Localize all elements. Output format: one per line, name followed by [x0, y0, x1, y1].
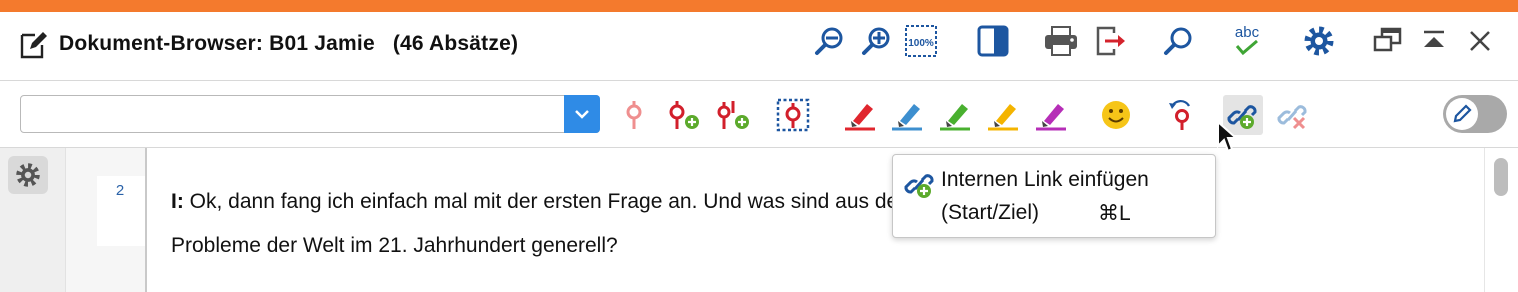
edit-mode-toggle[interactable]	[1443, 95, 1507, 133]
spellcheck-icon[interactable]: abc	[1229, 23, 1265, 59]
speaker-label: I:	[171, 190, 184, 213]
dropdown-button[interactable]	[564, 95, 600, 133]
undock-icon[interactable]	[1370, 23, 1406, 59]
paragraph-count: (46 Absätze)	[392, 32, 519, 55]
tooltip-subtitle: (Start/Ziel)	[941, 201, 1040, 224]
stripe-settings-button[interactable]	[8, 156, 48, 194]
code-search-input[interactable]	[27, 100, 561, 130]
paragraph-line-2: Probleme der Welt im 21. Jahrhundert gen…	[171, 234, 618, 257]
highlighter-green-icon[interactable]	[935, 95, 975, 135]
highlighter-purple-icon[interactable]	[1031, 95, 1071, 135]
window-title: Dokument-Browser: B01 Jamie (46 Absätze)	[59, 32, 518, 56]
document-name: Dokument-Browser: B01 Jamie	[59, 32, 375, 55]
window-titlebar: Dokument-Browser: B01 Jamie (46 Absätze) …	[0, 12, 1518, 80]
toggle-knob	[1446, 98, 1478, 130]
print-icon[interactable]	[1043, 23, 1079, 59]
tooltip-shortcut: ⌘L	[1098, 202, 1131, 225]
emoticon-icon[interactable]	[1096, 95, 1136, 135]
collapse-icon[interactable]	[1416, 23, 1452, 59]
link-insert-icon	[903, 167, 937, 206]
zoom-100-label: 100%	[908, 38, 934, 49]
vertical-scrollbar[interactable]	[1484, 148, 1518, 292]
gear-icon[interactable]	[1301, 23, 1337, 59]
paragraph-number-column: 2	[97, 148, 147, 292]
zoom-out-icon[interactable]	[811, 23, 847, 59]
document-content: 2 I: Ok, dann fang ich einfach mal mit d…	[0, 148, 1518, 292]
tooltip: Internen Link einfügen (Start/Ziel) ⌘L	[892, 154, 1216, 238]
zoom-100-icon[interactable]: 100%	[903, 23, 939, 59]
close-icon[interactable]	[1462, 23, 1498, 59]
panel-layout-icon[interactable]	[975, 23, 1011, 59]
mouse-cursor-icon	[1216, 119, 1239, 159]
code-icon[interactable]	[614, 95, 654, 135]
highlighter-red-icon[interactable]	[840, 95, 880, 135]
paragraph-text[interactable]: I: Ok, dann fang ich einfach mal mit der…	[171, 180, 1471, 268]
paragraph-number: 2	[115, 182, 125, 199]
code-undo-icon[interactable]	[1160, 95, 1200, 135]
link-delete-icon[interactable]	[1273, 95, 1313, 135]
code-add-icon[interactable]	[662, 95, 702, 135]
highlighter-blue-icon[interactable]	[887, 95, 927, 135]
highlighter-yellow-icon[interactable]	[983, 95, 1023, 135]
scrollbar-thumb[interactable]	[1494, 158, 1508, 196]
spellcheck-label: abc	[1235, 24, 1260, 41]
memo-column	[65, 148, 97, 292]
tooltip-title: Internen Link einfügen	[941, 168, 1149, 191]
chevron-down-icon	[575, 110, 589, 119]
document-toolbar	[0, 81, 1518, 147]
pencil-icon	[1453, 104, 1472, 123]
code-select-icon[interactable]	[773, 95, 813, 135]
export-icon[interactable]	[1093, 23, 1129, 59]
code-multi-add-icon[interactable]	[712, 95, 752, 135]
code-stripe-area	[0, 148, 65, 292]
zoom-in-icon[interactable]	[858, 23, 894, 59]
gear-icon	[16, 163, 40, 187]
code-search-combobox[interactable]	[20, 95, 600, 133]
document-edit-icon	[18, 30, 48, 65]
search-icon[interactable]	[1160, 23, 1196, 59]
window-accent-bar	[0, 0, 1518, 12]
